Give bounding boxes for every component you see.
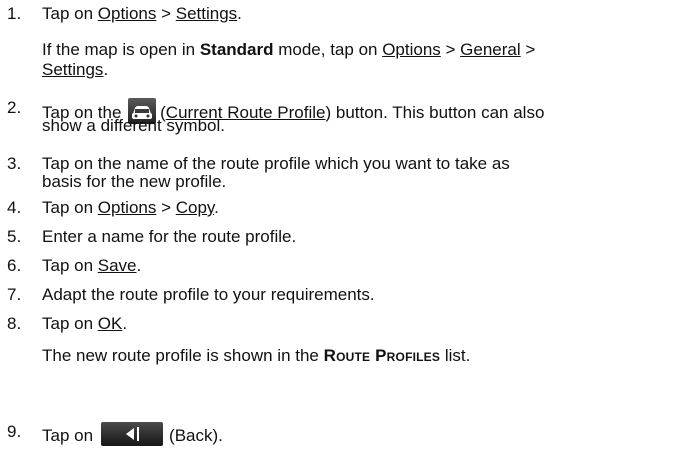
step-note: The new route profile is shown in the Ro…	[42, 346, 471, 365]
settings-link: Settings	[42, 60, 104, 79]
route-profiles-list-name: Route Profiles	[323, 346, 441, 365]
options-link: Options	[97, 198, 157, 217]
step-number: 9.	[7, 422, 22, 441]
step-number: 3.	[7, 154, 22, 173]
general-link: General	[460, 40, 521, 59]
step-number: 7.	[7, 285, 22, 304]
step-text: Enter a name for the route profile.	[42, 227, 297, 246]
step-number: 5.	[7, 227, 22, 246]
step-text: Tap on OK.	[42, 314, 128, 333]
step-number: 4.	[7, 198, 22, 217]
step-note: If the map is open in Standard mode, tap…	[42, 40, 536, 59]
step-text: Tap on the name of the route profile whi…	[42, 154, 510, 173]
step-text-cont: show a different symbol.	[42, 116, 225, 135]
step-text-cont: basis for the new profile.	[42, 172, 227, 191]
copy-link: Copy	[175, 198, 215, 217]
step-number: 1.	[7, 4, 22, 23]
step-text: Tap on Options > Copy.	[42, 198, 219, 217]
standard-mode: Standard	[199, 40, 274, 59]
step-number: 2.	[7, 98, 22, 117]
save-link: Save	[97, 256, 137, 275]
step-text: Tap on Save.	[42, 256, 142, 275]
ok-link: OK	[97, 314, 123, 333]
step-text: Adapt the route profile to your requirem…	[42, 285, 375, 304]
step-number: 8.	[7, 314, 22, 333]
options-link: Options	[382, 40, 441, 59]
step-number: 6.	[7, 256, 22, 275]
instruction-document: 1. Tap on Options > Settings. If the map…	[0, 0, 680, 452]
options-link: Options	[97, 4, 157, 23]
step-text: Tap on Options > Settings.	[42, 4, 242, 23]
settings-link: Settings	[175, 4, 238, 23]
back-arrow-icon	[101, 422, 164, 446]
step-note-cont: Settings.	[42, 60, 109, 79]
step-text: Tap on (Back).	[42, 422, 674, 446]
